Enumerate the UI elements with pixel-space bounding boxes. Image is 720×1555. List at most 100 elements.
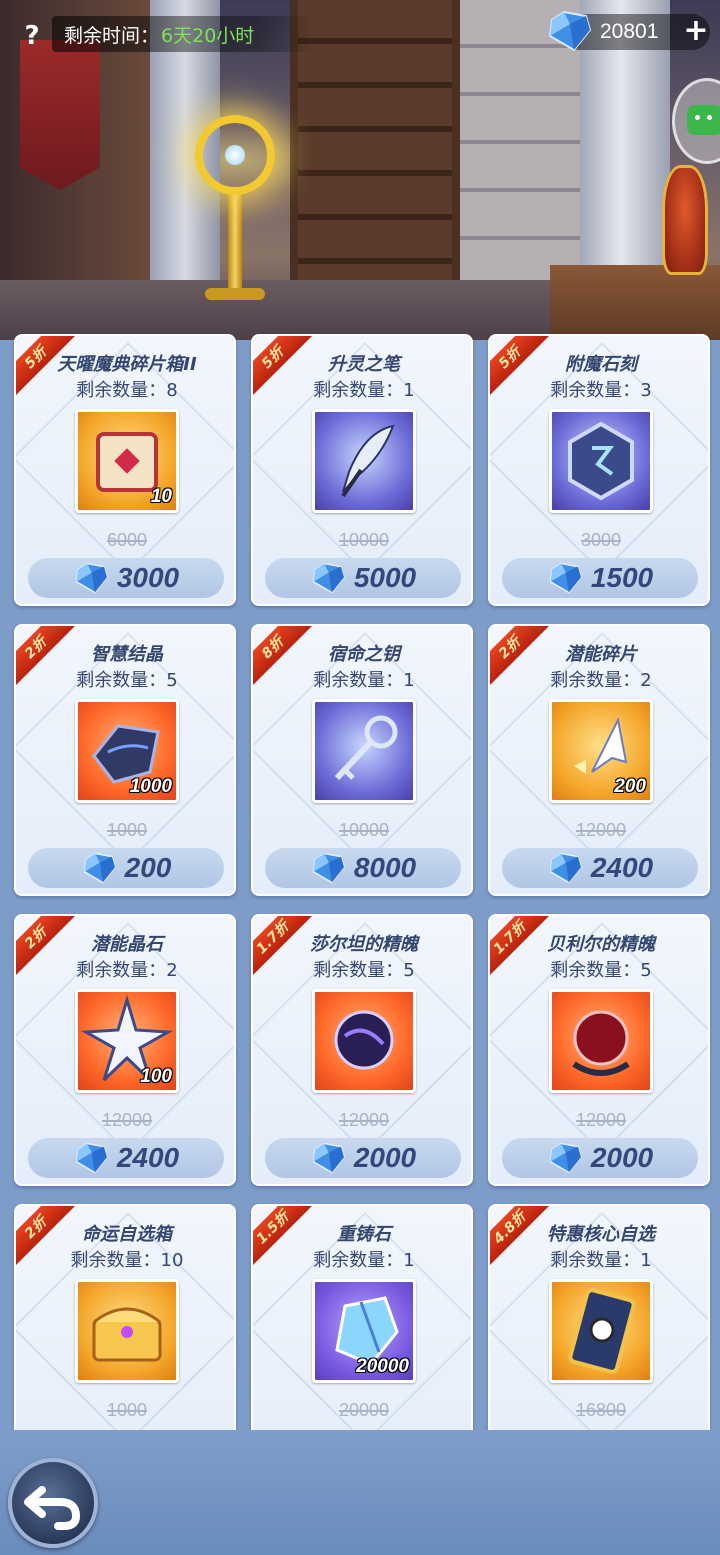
buy-button[interactable]: 1500 xyxy=(502,558,698,598)
diamond-icon xyxy=(75,562,108,594)
original-price: 12000 xyxy=(490,1110,708,1131)
shop-item-card[interactable]: 1.5折 重铸石 剩余数量：1 20000 20000 xyxy=(251,1204,473,1430)
price-value: 1500 xyxy=(590,562,654,593)
shop-item-card[interactable]: 5折 天曜魔典碎片箱II 剩余数量：8 10 6000 3000 xyxy=(14,334,236,606)
shop-item-card[interactable]: 5折 附魔石刻 剩余数量：3 3000 1500 xyxy=(488,334,710,606)
shop-item-card[interactable]: 2折 潜能晶石 剩余数量：2 100 12000 2400 xyxy=(14,914,236,1186)
golden-chest-icon[interactable] xyxy=(75,1279,179,1383)
item-name: 天曜魔典碎片箱II xyxy=(57,354,197,375)
buy-button[interactable]: 2000 xyxy=(502,1138,698,1178)
add-currency-button[interactable]: + xyxy=(682,16,710,46)
item-quantity: 20000 xyxy=(356,1356,409,1377)
golden-astrolabe-icon xyxy=(195,115,275,195)
item-stock: 剩余数量：5 xyxy=(550,960,652,981)
buy-button[interactable]: 2400 xyxy=(502,848,698,888)
buy-button[interactable]: 2000 xyxy=(265,1138,461,1178)
shop-grid: 5折 天曜魔典碎片箱II 剩余数量：8 10 6000 3000 5折 升灵之笔 剩余数量：1 1… xyxy=(0,334,720,1430)
price-value: 8000 xyxy=(353,852,417,883)
diamond-icon xyxy=(549,852,582,884)
rune-stone-icon[interactable] xyxy=(549,409,653,513)
original-price-value: 16800 xyxy=(575,1400,627,1420)
item-name: 莎尔坦的精魄 xyxy=(310,934,418,955)
item-name: 潜能晶石 xyxy=(91,934,163,955)
original-price: 10000 xyxy=(253,530,471,551)
dark-crystal-icon[interactable]: 1000 xyxy=(75,699,179,803)
original-price-value: 10000 xyxy=(338,530,390,550)
original-price-value: 6000 xyxy=(106,530,148,550)
shop-item-card[interactable]: 2折 智慧结晶 剩余数量：5 1000 1000 200 xyxy=(14,624,236,896)
diamond-icon xyxy=(75,1142,108,1174)
shop-item-card[interactable]: 8折 宿命之钥 剩余数量：1 10000 8000 xyxy=(251,624,473,896)
original-price-value: 1000 xyxy=(106,1400,148,1420)
silver-key-icon[interactable] xyxy=(312,699,416,803)
item-name: 附魔石刻 xyxy=(565,354,637,375)
reforge-stone-icon[interactable]: 20000 xyxy=(312,1279,416,1383)
buy-button[interactable]: 3000 xyxy=(28,558,224,598)
help-button[interactable]: ? xyxy=(12,16,52,56)
item-name: 特惠核心自选 xyxy=(547,1224,655,1245)
item-name: 升灵之笔 xyxy=(328,354,400,375)
original-price: 1000 xyxy=(16,1400,234,1421)
price-value: 2000 xyxy=(590,1142,654,1173)
shop-item-card[interactable]: 5折 升灵之笔 剩余数量：1 10000 5000 xyxy=(251,334,473,606)
price-value: 2400 xyxy=(590,852,654,883)
shop-item-card[interactable]: 1.7折 莎尔坦的精魄 剩余数量：5 12000 2000 xyxy=(251,914,473,1186)
ornate-urn-icon xyxy=(662,165,708,275)
buy-button[interactable]: 8000 xyxy=(265,848,461,888)
item-name: 宿命之钥 xyxy=(328,644,400,665)
time-label: 剩余时间： xyxy=(64,24,160,47)
side-table xyxy=(550,265,720,340)
original-price: 20000 xyxy=(253,1400,471,1421)
price-value: 2000 xyxy=(353,1142,417,1173)
original-price-value: 12000 xyxy=(575,1110,627,1130)
item-stock: 剩余数量：1 xyxy=(313,1250,415,1271)
original-price: 3000 xyxy=(490,530,708,551)
purple-orb-icon[interactable] xyxy=(312,989,416,1093)
red-orb-icon[interactable] xyxy=(549,989,653,1093)
bottom-bar xyxy=(0,1430,720,1555)
item-stock: 剩余数量：1 xyxy=(313,670,415,691)
back-arrow-icon xyxy=(24,1486,81,1530)
item-name: 重铸石 xyxy=(337,1224,391,1245)
astrolabe-stand xyxy=(228,190,242,290)
item-stock: 剩余数量：1 xyxy=(550,1250,652,1271)
original-price: 6000 xyxy=(16,530,234,551)
item-stock: 剩余数量：10 xyxy=(70,1250,184,1271)
treasure-cube-icon[interactable]: 10 xyxy=(75,409,179,513)
time-value: 6天20小时 xyxy=(161,24,255,47)
price-value: 5000 xyxy=(353,562,417,593)
item-quantity: 100 xyxy=(140,1066,172,1087)
crystal-shard-icon[interactable]: 200 xyxy=(549,699,653,803)
shop-item-card[interactable]: 4.8折 特惠核心自选 剩余数量：1 16800 xyxy=(488,1204,710,1430)
feather-quill-icon[interactable] xyxy=(312,409,416,513)
original-price-value: 12000 xyxy=(575,820,627,840)
diamond-icon xyxy=(549,562,582,594)
price-value: 2400 xyxy=(116,1142,180,1173)
back-button[interactable] xyxy=(8,1458,98,1548)
shop-item-card[interactable]: 2折 命运自选箱 剩余数量：10 1000 xyxy=(14,1204,236,1430)
shop-item-card[interactable]: 2折 潜能碎片 剩余数量：2 200 12000 2400 xyxy=(488,624,710,896)
currency-value: 20801 xyxy=(600,20,659,43)
item-stock: 剩余数量：1 xyxy=(313,380,415,401)
diamond-icon xyxy=(312,1142,345,1174)
bookshelf xyxy=(290,0,460,320)
original-price: 16800 xyxy=(490,1400,708,1421)
original-price-value: 12000 xyxy=(338,1110,390,1130)
shop-item-card[interactable]: 1.7折 贝利尔的精魄 剩余数量：5 12000 2000 xyxy=(488,914,710,1186)
diamond-icon xyxy=(312,852,345,884)
item-quantity: 200 xyxy=(614,776,646,797)
buy-button[interactable]: 5000 xyxy=(265,558,461,598)
item-quantity: 10 xyxy=(150,486,172,507)
item-name: 贝利尔的精魄 xyxy=(547,934,655,955)
buy-button[interactable]: 2400 xyxy=(28,1138,224,1178)
item-name: 潜能碎片 xyxy=(565,644,637,665)
item-stock: 剩余数量：2 xyxy=(550,670,652,691)
diamond-icon xyxy=(312,562,345,594)
original-price-value: 12000 xyxy=(101,1110,153,1130)
star-crystal-icon[interactable]: 100 xyxy=(75,989,179,1093)
core-card-icon[interactable] xyxy=(549,1279,653,1383)
chat-bubble-icon xyxy=(687,105,720,135)
diamond-balance: 20801 + xyxy=(548,10,710,52)
buy-button[interactable]: 200 xyxy=(28,848,224,888)
original-price: 10000 xyxy=(253,820,471,841)
